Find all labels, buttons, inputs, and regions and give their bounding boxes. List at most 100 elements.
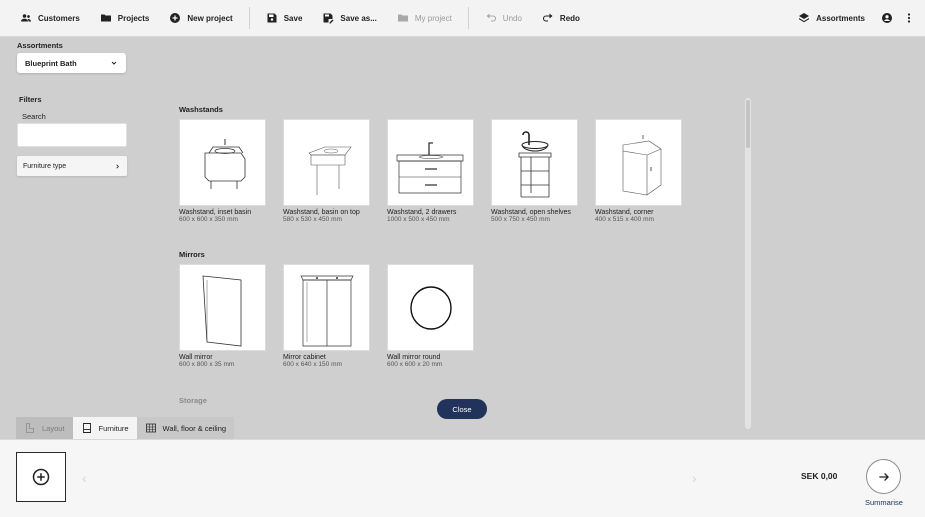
summarise-button[interactable] <box>866 459 901 494</box>
furniture-icon <box>82 423 91 433</box>
chevron-down-icon <box>111 61 117 65</box>
layout-icon <box>26 423 34 433</box>
product-card[interactable]: Wall mirror round 600 x 600 x 20 mm <box>387 264 475 368</box>
tab-layout[interactable]: Layout <box>16 417 73 439</box>
product-dimensions: 600 x 600 x 350 mm <box>179 216 238 223</box>
product-dimensions: 580 x 530 x 450 mm <box>283 216 342 223</box>
save-as-button[interactable]: Save as... <box>312 0 386 37</box>
product-name: Washstand, open shelves <box>491 209 571 216</box>
wall-mirror-round-image <box>409 285 452 330</box>
section-mirrors: Mirrors <box>179 250 205 259</box>
furniture-type-label: Furniture type <box>23 162 67 170</box>
product-dimensions: 600 x 800 x 35 mm <box>179 361 235 368</box>
product-name: Washstand, 2 drawers <box>387 209 457 216</box>
folder-icon <box>100 14 111 22</box>
tiles-icon <box>145 423 156 433</box>
customers-label: Customers <box>38 13 80 23</box>
my-project-label: My project <box>414 13 452 23</box>
tab-furniture-label: Furniture <box>98 423 129 433</box>
product-thumbnail <box>491 119 578 206</box>
product-name: Wall mirror <box>179 354 213 361</box>
folder-open-icon <box>397 14 408 22</box>
bottom-bar: ‹ › SEK 0,00 Summarise <box>0 439 925 517</box>
product-card[interactable]: Washstand, 2 drawers 1000 x 500 x 450 mm <box>387 119 475 223</box>
product-thumbnail <box>283 119 370 206</box>
product-dimensions: 600 x 600 x 20 mm <box>387 361 443 368</box>
chevron-right-icon[interactable]: › <box>692 470 697 486</box>
product-thumbnail <box>387 119 474 206</box>
customers-button[interactable]: Customers <box>10 0 90 37</box>
product-card[interactable]: Wall mirror 600 x 800 x 35 mm <box>179 264 267 368</box>
product-thumbnail <box>179 264 266 351</box>
product-name: Washstand, basin on top <box>283 209 360 216</box>
save-icon <box>267 13 277 23</box>
more-menu-button[interactable] <box>899 0 925 37</box>
section-storage: Storage <box>179 396 207 405</box>
product-dimensions: 1000 x 500 x 450 mm <box>387 216 450 223</box>
plus-circle-icon <box>170 13 181 23</box>
undo-button[interactable]: Undo <box>475 0 532 37</box>
redo-label: Redo <box>559 13 580 23</box>
my-project-button[interactable]: My project <box>387 0 462 37</box>
new-project-label: New project <box>187 13 233 23</box>
product-card[interactable]: Washstand, inset basin 600 x 600 x 350 m… <box>179 119 267 223</box>
people-icon <box>21 14 31 22</box>
tab-wall-label: Wall, floor & ceiling <box>162 423 227 433</box>
product-thumbnail <box>179 119 266 206</box>
redo-button[interactable]: Redo <box>532 0 590 37</box>
search-input[interactable] <box>17 123 127 147</box>
filters-heading: Filters <box>19 95 42 104</box>
product-thumbnail <box>595 119 682 206</box>
top-toolbar: Customers Projects New project Save Save… <box>0 0 925 37</box>
product-card[interactable]: Washstand, basin on top 580 x 530 x 450 … <box>283 119 371 223</box>
redo-icon <box>542 13 553 22</box>
product-card[interactable]: Washstand, open shelves 500 x 750 x 450 … <box>491 119 579 223</box>
chevron-left-icon[interactable]: ‹ <box>82 470 87 486</box>
undo-label: Undo <box>502 13 522 23</box>
chevron-right-icon <box>116 163 119 169</box>
close-button[interactable]: Close <box>437 399 487 419</box>
section-washstands: Washstands <box>179 105 223 114</box>
product-thumbnail <box>387 264 474 351</box>
product-thumbnail <box>283 264 370 351</box>
account-icon <box>882 13 892 23</box>
account-button[interactable] <box>875 0 899 37</box>
save-button[interactable]: Save <box>256 0 313 37</box>
scrollbar-thumb[interactable] <box>746 100 750 148</box>
tab-wall-floor-ceiling[interactable]: Wall, floor & ceiling <box>136 417 235 439</box>
wall-mirror-image <box>202 275 241 346</box>
tab-furniture[interactable]: Furniture <box>72 417 137 439</box>
product-name: Washstand, corner <box>595 209 654 216</box>
assortments-button[interactable]: Assortments <box>788 0 875 37</box>
product-name: Wall mirror round <box>387 354 441 361</box>
save-label: Save <box>283 13 303 23</box>
add-item-button[interactable] <box>16 452 66 502</box>
product-card[interactable]: Mirror cabinet 600 x 640 x 150 mm <box>283 264 371 368</box>
layers-icon <box>799 13 810 23</box>
summarise-label: Summarise <box>865 498 903 507</box>
more-vertical-icon <box>907 13 911 23</box>
product-card[interactable]: Washstand, corner 400 x 515 x 400 mm <box>595 119 683 223</box>
assortment-select[interactable]: Blueprint Bath <box>17 53 126 73</box>
product-dimensions: 400 x 515 x 400 mm <box>595 216 654 223</box>
catalog-scrollbar[interactable] <box>744 97 752 430</box>
product-name: Washstand, inset basin <box>179 209 252 216</box>
projects-button[interactable]: Projects <box>90 0 160 37</box>
search-label: Search <box>22 112 46 121</box>
new-project-button[interactable]: New project <box>159 0 242 37</box>
assortments-label: Assortments <box>816 13 865 23</box>
projects-label: Projects <box>117 13 150 23</box>
toolbar-divider <box>467 7 469 29</box>
washstand-inset-basin-image <box>204 138 245 189</box>
total-price: SEK 0,00 <box>801 471 838 481</box>
product-dimensions: 600 x 640 x 150 mm <box>283 361 342 368</box>
washstand-basin-on-top-image <box>307 146 352 195</box>
product-dimensions: 500 x 750 x 450 mm <box>491 216 550 223</box>
save-as-label: Save as... <box>340 13 377 23</box>
undo-icon <box>486 13 496 22</box>
add-circle-icon <box>32 468 50 486</box>
save-as-icon <box>323 13 334 24</box>
toolbar-divider <box>248 7 250 29</box>
furniture-type-filter[interactable]: Furniture type <box>17 156 127 176</box>
arrow-right-icon <box>878 472 889 481</box>
